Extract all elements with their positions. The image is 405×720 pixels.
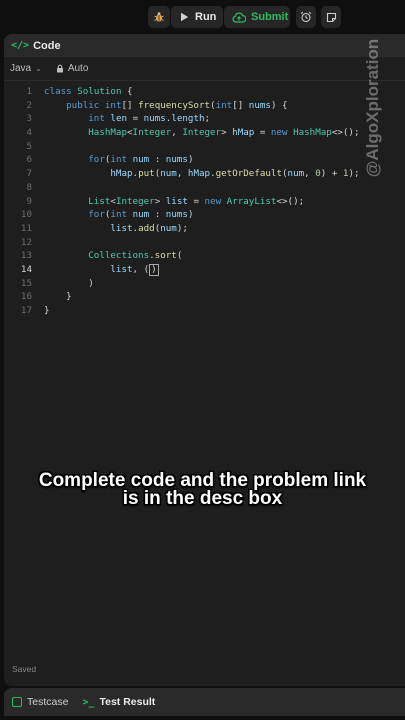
code-line[interactable]: 17}: [4, 304, 405, 318]
line-number: 3: [26, 113, 32, 125]
tab-test-result[interactable]: >_ Test Result: [82, 696, 155, 708]
auto-mode-toggle[interactable]: Auto: [56, 63, 89, 74]
line-number: 12: [20, 236, 32, 248]
line-number: 2: [26, 99, 32, 111]
line-number: 4: [26, 127, 32, 139]
code-line-text: ): [44, 277, 94, 289]
code-line-text: class Solution {: [44, 86, 133, 97]
line-number: 16: [20, 291, 32, 303]
line-number: 6: [26, 154, 32, 166]
code-line[interactable]: 7 hMap.put(num, hMap.getOrDefault(num, 0…: [4, 167, 405, 181]
testcase-label: Testcase: [27, 696, 69, 708]
line-number: 10: [20, 209, 32, 221]
code-line-text: list.add(num);: [110, 222, 188, 234]
language-label: Java: [10, 63, 32, 74]
code-line-text: list, (): [110, 263, 159, 276]
code-line-text: for(int num : nums): [88, 209, 194, 221]
terminal-icon: >_: [82, 696, 95, 708]
code-line[interactable]: 2 public int[] frequencySort(int[] nums)…: [4, 99, 405, 113]
alarm-clock-icon: [300, 11, 312, 23]
line-number: 5: [26, 140, 32, 152]
code-line-text: for(int num : nums): [88, 154, 194, 166]
code-line[interactable]: 4 HashMap<Integer, Integer> hMap = new H…: [4, 126, 405, 140]
code-editor[interactable]: 1 class Solution { 2 public int[] frequenc…: [4, 85, 405, 318]
code-line-text: public int[] frequencySort(int[] nums) {: [66, 99, 288, 111]
run-button[interactable]: Run: [171, 6, 223, 28]
cloud-upload-icon: [232, 11, 246, 23]
code-line-text: List<Integer> list = new ArrayList<>();: [88, 195, 305, 207]
line-number: 9: [26, 195, 32, 207]
code-panel-header: </> Code: [4, 34, 405, 57]
test-result-label: Test Result: [99, 696, 156, 708]
code-line-text: int len = nums.length;: [88, 113, 211, 125]
code-line[interactable]: 12: [4, 236, 405, 250]
code-line[interactable]: 6 for(int num : nums): [4, 153, 405, 167]
code-line[interactable]: 16 }: [4, 290, 405, 304]
run-label: Run: [195, 11, 217, 23]
language-select[interactable]: Java ⌄: [10, 63, 42, 74]
code-line-text: Collections.sort(: [88, 250, 183, 262]
top-toolbar: Run Submit: [0, 0, 405, 34]
code-brackets-icon: </>: [11, 40, 30, 51]
debug-button[interactable]: [148, 6, 170, 28]
code-line[interactable]: 10 for(int num : nums): [4, 208, 405, 222]
line-number: 14: [20, 263, 32, 275]
bug-icon: [154, 12, 164, 22]
line-number: 8: [26, 181, 32, 193]
saved-status: Saved: [12, 664, 37, 674]
code-line-text: }: [44, 305, 50, 316]
submit-button[interactable]: Submit: [224, 6, 290, 28]
play-icon: [181, 12, 189, 22]
code-line[interactable]: 8: [4, 181, 405, 195]
watermark-text: @AlgoXploration: [363, 38, 382, 178]
line-number: 13: [20, 250, 32, 262]
notes-button[interactable]: [321, 6, 341, 28]
code-line[interactable]: 14 list, (): [4, 263, 405, 277]
code-line-text: }: [44, 291, 72, 303]
code-panel: </> Code Java ⌄ Auto 1 class Solution { 2 …: [4, 34, 405, 686]
panel-title: Code: [33, 39, 61, 52]
chevron-down-icon: ⌄: [35, 64, 42, 73]
line-number: 11: [20, 222, 32, 234]
editor-options-bar: Java ⌄ Auto: [4, 57, 405, 81]
code-line[interactable]: 3 int len = nums.length;: [4, 112, 405, 126]
checkbox-icon: [12, 697, 22, 707]
lock-icon: [56, 64, 63, 73]
timer-button[interactable]: [296, 6, 316, 28]
code-line[interactable]: 15 ): [4, 277, 405, 291]
caption-line-2: is in the desc box: [122, 488, 283, 509]
code-line-text: hMap.put(num, hMap.getOrDefault(num, 0) …: [110, 168, 360, 180]
channel-watermark: @AlgoXploration: [358, 18, 388, 198]
bottom-panel-tabs: Testcase >_ Test Result: [4, 688, 405, 716]
video-caption: Complete code and the problem link is in…: [0, 471, 405, 509]
submit-label: Submit: [251, 11, 289, 23]
code-line[interactable]: 13 Collections.sort(: [4, 249, 405, 263]
line-number: 7: [26, 168, 32, 180]
auto-label: Auto: [67, 63, 89, 74]
line-number: 1: [26, 86, 32, 97]
code-line[interactable]: 1 class Solution {: [4, 85, 405, 99]
tab-testcase[interactable]: Testcase: [12, 696, 68, 708]
note-icon: [326, 12, 336, 22]
code-line[interactable]: 9 List<Integer> list = new ArrayList<>()…: [4, 195, 405, 209]
line-number: 17: [20, 305, 32, 316]
code-line[interactable]: 11 list.add(num);: [4, 222, 405, 236]
code-line-text: HashMap<Integer, Integer> hMap = new Has…: [88, 127, 360, 139]
line-number: 15: [20, 277, 32, 289]
code-line[interactable]: 5: [4, 140, 405, 154]
